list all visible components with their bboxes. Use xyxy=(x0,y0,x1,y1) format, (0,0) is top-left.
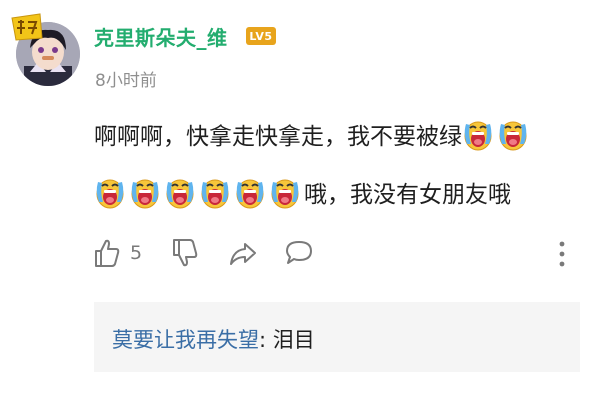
speech-bubble-icon xyxy=(286,241,312,264)
like-button[interactable]: 5 xyxy=(94,238,142,268)
comment-username[interactable]: 克里斯朵夫_维 xyxy=(94,22,228,51)
more-options-button[interactable] xyxy=(552,238,572,270)
reply-text: 泪目 xyxy=(266,328,315,352)
comment-timestamp: 8小时前 xyxy=(95,71,157,91)
share-arrow-icon xyxy=(230,243,256,265)
level-badge: LV5 xyxy=(246,27,276,45)
crying-emoji-icon xyxy=(129,172,161,212)
crying-emoji-icon xyxy=(462,114,494,154)
reply-box[interactable]: 莫要让我再失望: 泪目 xyxy=(94,302,580,372)
crying-emoji-icon xyxy=(234,172,266,212)
comment-text: 哦，我没有女朋友哦 xyxy=(304,182,511,208)
vertical-dots-icon xyxy=(559,241,565,267)
crying-emoji-icon xyxy=(269,172,301,212)
avatar[interactable] xyxy=(11,13,80,86)
reply-line: 莫要让我再失望: 泪目 xyxy=(112,324,315,354)
thumbs-up-icon xyxy=(95,239,120,267)
dislike-button[interactable] xyxy=(172,238,198,268)
share-button[interactable] xyxy=(228,238,258,268)
comment-text-line-2: 哦，我没有女朋友哦 xyxy=(94,172,511,212)
comment-text: 啊啊啊，快拿走快拿走，我不要被绿 xyxy=(94,124,462,150)
like-count: 5 xyxy=(130,242,143,264)
reply-username[interactable]: 莫要让我再失望 xyxy=(112,328,259,352)
crying-emoji-icon xyxy=(497,114,529,154)
comment-text-line-1: 啊啊啊，快拿走快拿走，我不要被绿 xyxy=(94,114,532,154)
crying-emoji-icon xyxy=(199,172,231,212)
thumbs-down-icon xyxy=(173,239,198,267)
reply-button[interactable] xyxy=(284,238,314,268)
comment-actions: 5 xyxy=(94,238,584,274)
crying-emoji-icon xyxy=(94,172,126,212)
crying-emoji-icon xyxy=(164,172,196,212)
avatar-badge-icon xyxy=(11,13,43,41)
